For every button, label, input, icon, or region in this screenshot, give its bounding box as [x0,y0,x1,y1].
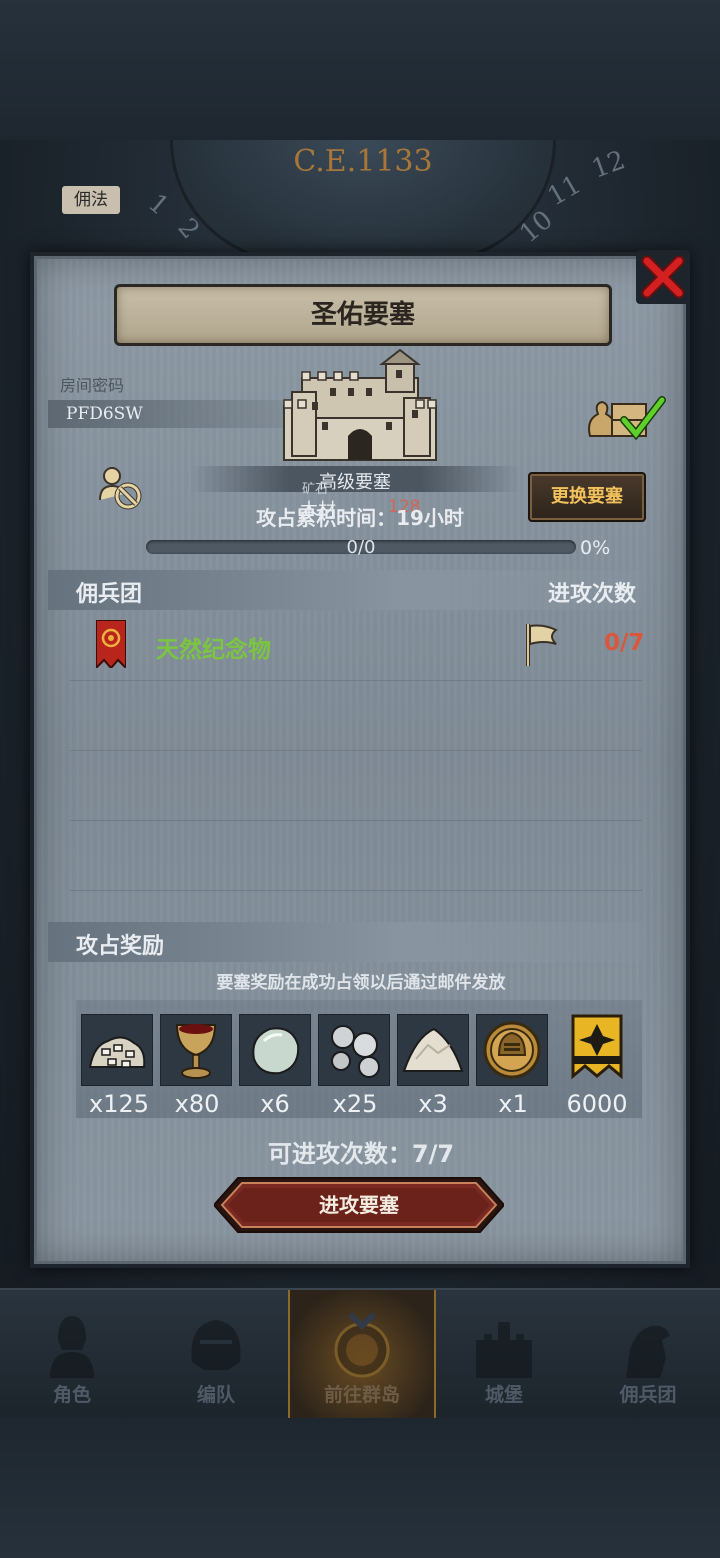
nav-item-islands[interactable]: 前往群岛 [288,1290,436,1420]
occupation-time: 攻占累积时间：19小时 [256,506,464,530]
castle-icon [476,1322,532,1378]
reward-note: 要塞奖励在成功占领以后通过邮件发放 [216,973,506,993]
mercenary-section-title: 佣兵团 [76,582,143,607]
reward-quantity: x125 [88,1090,149,1118]
mercenary-attack-count: 0/7 [604,630,645,656]
reward-section-title: 攻占奖励 [76,934,165,959]
knight-helmet-coin-icon [476,1014,548,1086]
reward-item[interactable] [318,1014,390,1090]
reward-item[interactable] [476,1014,548,1090]
reward-quantity: x6 [260,1090,290,1118]
reward-item[interactable] [397,1014,469,1090]
helmet-icon [191,1320,241,1370]
reward-item[interactable] [81,1014,153,1090]
no-permission-icon[interactable] [96,464,144,512]
progress-text: 0/0 [346,537,376,558]
close-button[interactable] [636,250,690,304]
mercenary-banner-icon [96,620,126,668]
salt-pile-icon [397,1014,469,1086]
supplies-ready-icon[interactable] [584,390,666,442]
nav-label: 城堡 [484,1384,523,1406]
compass-map-icon [334,1311,390,1378]
goblet-icon [160,1014,232,1086]
bottom-nav: 角色 编队 前往群岛 城堡 佣兵团 [0,1288,720,1420]
nav-label: 佣兵团 [619,1384,677,1406]
reward-quantity: x3 [418,1090,448,1118]
nav-label: 编队 [196,1384,235,1406]
reward-item[interactable] [160,1014,232,1090]
reward-quantity: 6000 [566,1090,628,1118]
row-divider [70,750,642,751]
reward-item[interactable] [239,1014,311,1090]
row-divider [70,820,642,821]
knight-icon [50,1316,94,1378]
fortress-level: 高级要塞 [319,472,391,493]
nav-item-formation[interactable]: 编队 [144,1290,288,1420]
status-bar-area [0,0,720,140]
reward-quantity: x25 [332,1090,378,1118]
room-code-value[interactable]: PFD6SW [66,404,143,424]
dialog-title: 圣佑要塞 [114,284,612,346]
attack-button-label: 进攻要塞 [319,1193,399,1217]
room-code-label: 房间密码 [60,376,125,395]
attack-flag-icon [526,624,558,666]
horse-knight-icon [626,1325,670,1378]
reward-quantity: x1 [498,1090,528,1118]
attacks-remaining: 可进攻次数：7/7 [267,1140,455,1168]
ore-pile-icon [81,1014,153,1086]
nav-item-castle[interactable]: 城堡 [432,1290,576,1420]
attack-count-header: 进攻次数 [548,582,637,607]
nav-label: 角色 [52,1384,91,1406]
side-tag: 佣法 [62,186,120,214]
nav-label: 前往群岛 [323,1384,400,1406]
era-text: C.E.1133 [293,144,433,179]
guild-banner-icon [571,1014,623,1080]
pale-stone-icon [239,1014,311,1086]
progress-percent: 0% [580,537,611,559]
mercenary-name[interactable]: 天然纪念物 [156,630,271,664]
reward-quantity: x80 [174,1090,220,1118]
nav-item-mercenaries[interactable]: 佣兵团 [576,1290,720,1420]
row-divider [70,680,642,681]
attack-fortress-button[interactable]: 进攻要塞 [212,1176,506,1234]
bottom-letterbox [0,1418,720,1558]
reward-item[interactable] [569,1014,641,1088]
close-icon [641,255,685,299]
silver-ore-icon [318,1014,390,1086]
row-divider [70,890,642,891]
change-fortress-button[interactable]: 更换要塞 [528,472,646,522]
fortress-image [283,348,437,461]
ore-label: 矿石 [302,482,329,497]
nav-item-character[interactable]: 角色 [0,1290,144,1420]
